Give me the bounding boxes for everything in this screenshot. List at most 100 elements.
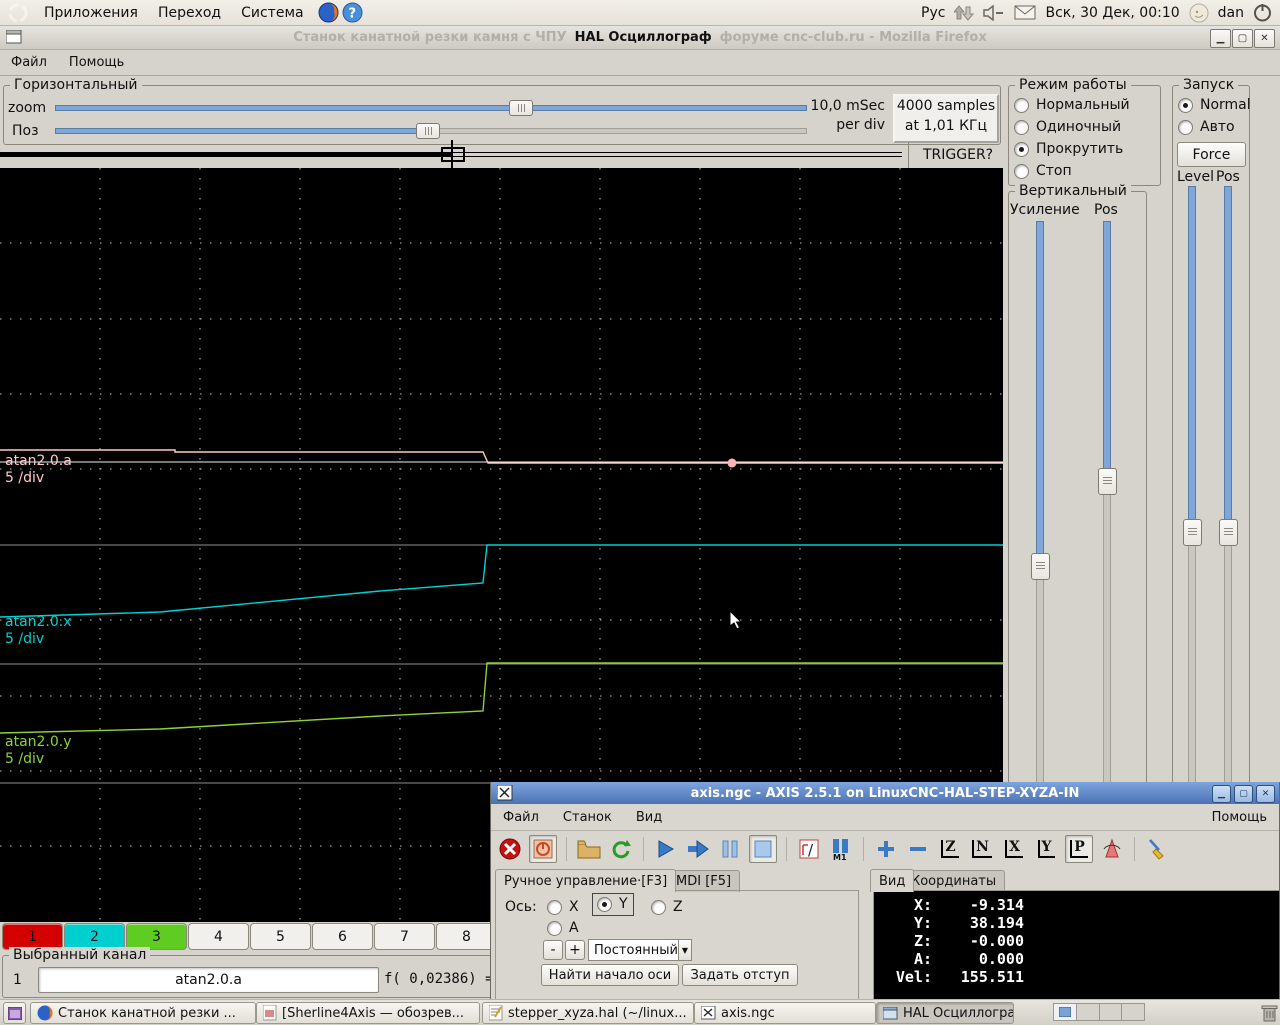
- machine-power-icon[interactable]: [529, 835, 557, 863]
- run-mode-single-radio[interactable]: Одиночный: [1014, 119, 1121, 135]
- channel-3-button[interactable]: 3: [126, 923, 187, 950]
- axis-maximize-button[interactable]: ▢: [1234, 785, 1253, 803]
- menu-help[interactable]: Помощь: [58, 55, 135, 70]
- tab-mdi[interactable]: MDI [F5]: [667, 870, 740, 892]
- position-slider-track-filled[interactable]: [55, 128, 419, 134]
- halscope-titlebar[interactable]: Станок канатной резки камня с ЧПУ HAL Ос…: [0, 26, 1280, 50]
- zoom-slider-track[interactable]: [55, 105, 807, 111]
- keyboard-layout-label[interactable]: Рус: [921, 5, 945, 21]
- show-desktop-button[interactable]: [3, 1002, 26, 1024]
- home-axis-button[interactable]: Найти начало оси: [541, 964, 679, 986]
- gain-slider-handle[interactable]: [1031, 553, 1050, 580]
- close-button[interactable]: ✕: [1254, 29, 1275, 48]
- distributor-logo-icon[interactable]: [8, 3, 28, 23]
- preview-panel[interactable]: X:-9.314 Y:38.194 Z:-0.000 A:0.000 Vel:1…: [873, 890, 1280, 999]
- set-offset-button[interactable]: Задать отступ: [682, 964, 798, 986]
- trigger-normal-radio[interactable]: Normal: [1178, 97, 1251, 113]
- axis-y-radio[interactable]: Y: [597, 896, 628, 912]
- trigger-level-slider-handle[interactable]: [1183, 519, 1202, 546]
- estop-icon[interactable]: [497, 836, 523, 862]
- help-launcher-icon[interactable]: ?: [342, 2, 363, 23]
- clock[interactable]: Вск, 30 Дек, 00:10: [1045, 5, 1179, 21]
- open-file-icon[interactable]: [576, 836, 602, 862]
- optional-stop-icon[interactable]: M1: [828, 836, 854, 862]
- jog-minus-button[interactable]: -: [543, 940, 563, 960]
- perspective-view-icon[interactable]: P: [1065, 835, 1093, 863]
- taskbar-item-text-editor[interactable]: stepper_xyza.hal (~/linux...: [482, 1002, 694, 1024]
- run-mode-stop-radio[interactable]: Стоп: [1014, 163, 1072, 179]
- workspace-2[interactable]: [1077, 1003, 1100, 1021]
- channel-6-button[interactable]: 6: [312, 923, 373, 950]
- selected-channel-source[interactable]: atan2.0.a: [38, 967, 379, 993]
- rotate-view-icon[interactable]: [1099, 836, 1125, 862]
- tab-preview[interactable]: Вид: [870, 869, 914, 892]
- axis-menu-help[interactable]: Помощь: [1200, 810, 1279, 825]
- view-x-icon[interactable]: X: [1001, 836, 1027, 862]
- axis-menu-file[interactable]: Файл: [491, 810, 551, 825]
- jog-mode-dropdown[interactable]: Постоянный ▼: [588, 939, 692, 961]
- jog-plus-button[interactable]: +: [565, 940, 585, 960]
- run-mode-roll-radio[interactable]: Прокрутить: [1014, 141, 1123, 157]
- axis-close-button[interactable]: ✕: [1256, 785, 1275, 803]
- workspace-1[interactable]: [1053, 1003, 1077, 1021]
- trigger-level-slider-track[interactable]: [1188, 186, 1196, 521]
- vertical-pos-slider-handle[interactable]: [1098, 468, 1117, 495]
- trigger-position-handle[interactable]: [441, 147, 465, 162]
- maximize-button[interactable]: ▢: [1232, 29, 1253, 48]
- view-y-icon[interactable]: Y: [1033, 836, 1059, 862]
- taskbar-item-halscope[interactable]: HAL Осциллограф: [876, 1002, 1014, 1024]
- reload-icon[interactable]: [608, 836, 634, 862]
- channel-7-button[interactable]: 7: [374, 923, 435, 950]
- channel-2-button[interactable]: 2: [64, 923, 125, 950]
- tab-manual-control[interactable]: Ручное управление·[F3]: [495, 869, 676, 892]
- run-icon[interactable]: [653, 836, 679, 862]
- channel-5-button[interactable]: 5: [250, 923, 311, 950]
- zoom-out-icon[interactable]: [905, 836, 931, 862]
- force-trigger-button[interactable]: Force: [1177, 142, 1246, 167]
- tab-dro[interactable]: Координаты: [902, 870, 1005, 892]
- view-z-icon[interactable]: Z: [937, 836, 963, 862]
- minimize-button[interactable]: ▁: [1210, 29, 1231, 48]
- workspace-switcher[interactable]: [1053, 1003, 1145, 1021]
- axis-a-radio[interactable]: A: [547, 920, 579, 936]
- skip-lines-icon[interactable]: /: [796, 836, 822, 862]
- gain-slider-track[interactable]: [1036, 221, 1044, 555]
- vertical-pos-slider-track[interactable]: [1103, 221, 1111, 470]
- taskbar-item-firefox[interactable]: Станок канатной резки ...: [30, 1002, 256, 1024]
- zoom-slider-handle[interactable]: [509, 100, 533, 116]
- trigger-pos-slider-handle[interactable]: [1219, 519, 1238, 546]
- trash-icon[interactable]: [1261, 1003, 1278, 1022]
- channel-8-button[interactable]: 8: [436, 923, 497, 950]
- menu-places[interactable]: Переход: [148, 5, 231, 21]
- volume-muted-icon[interactable]: [983, 5, 1005, 21]
- menu-file[interactable]: Файл: [0, 55, 58, 70]
- pause-icon[interactable]: [717, 836, 743, 862]
- axis-menu-view[interactable]: Вид: [624, 810, 674, 825]
- keyboard-layout-icon[interactable]: [954, 4, 974, 22]
- menu-system[interactable]: Система: [231, 5, 313, 21]
- workspace-4[interactable]: [1122, 1003, 1145, 1021]
- clear-plot-icon[interactable]: [1144, 836, 1170, 862]
- taskbar-item-image-viewer[interactable]: [Sherline4Axis — обозрев...: [256, 1002, 480, 1024]
- trigger-pos-slider-track[interactable]: [1224, 186, 1232, 521]
- power-icon[interactable]: [1253, 3, 1272, 22]
- user-name[interactable]: dan: [1218, 5, 1244, 21]
- run-mode-normal-radio[interactable]: Нормальный: [1014, 97, 1130, 113]
- trigger-auto-radio[interactable]: Авто: [1178, 119, 1235, 135]
- position-slider-track-empty[interactable]: [418, 128, 807, 134]
- user-avatar[interactable]: [1189, 3, 1209, 23]
- mail-icon[interactable]: [1014, 5, 1036, 20]
- channel-1-button[interactable]: 1: [2, 923, 63, 950]
- axis-x-radio[interactable]: X: [547, 899, 579, 915]
- axis-minimize-button[interactable]: ▁: [1212, 785, 1231, 803]
- firefox-launcher-icon[interactable]: [318, 2, 339, 23]
- position-slider-handle[interactable]: [416, 123, 440, 139]
- workspace-3[interactable]: [1100, 1003, 1123, 1021]
- axis-menu-machine[interactable]: Станок: [551, 810, 624, 825]
- taskbar-item-axis[interactable]: axis.ngc: [694, 1002, 876, 1024]
- rotated-view-icon[interactable]: N: [969, 836, 995, 862]
- axis-z-radio[interactable]: Z: [651, 899, 683, 915]
- step-icon[interactable]: [685, 836, 711, 862]
- channel-4-button[interactable]: 4: [188, 923, 249, 950]
- trigger-button[interactable]: TRIGGER?: [923, 147, 993, 163]
